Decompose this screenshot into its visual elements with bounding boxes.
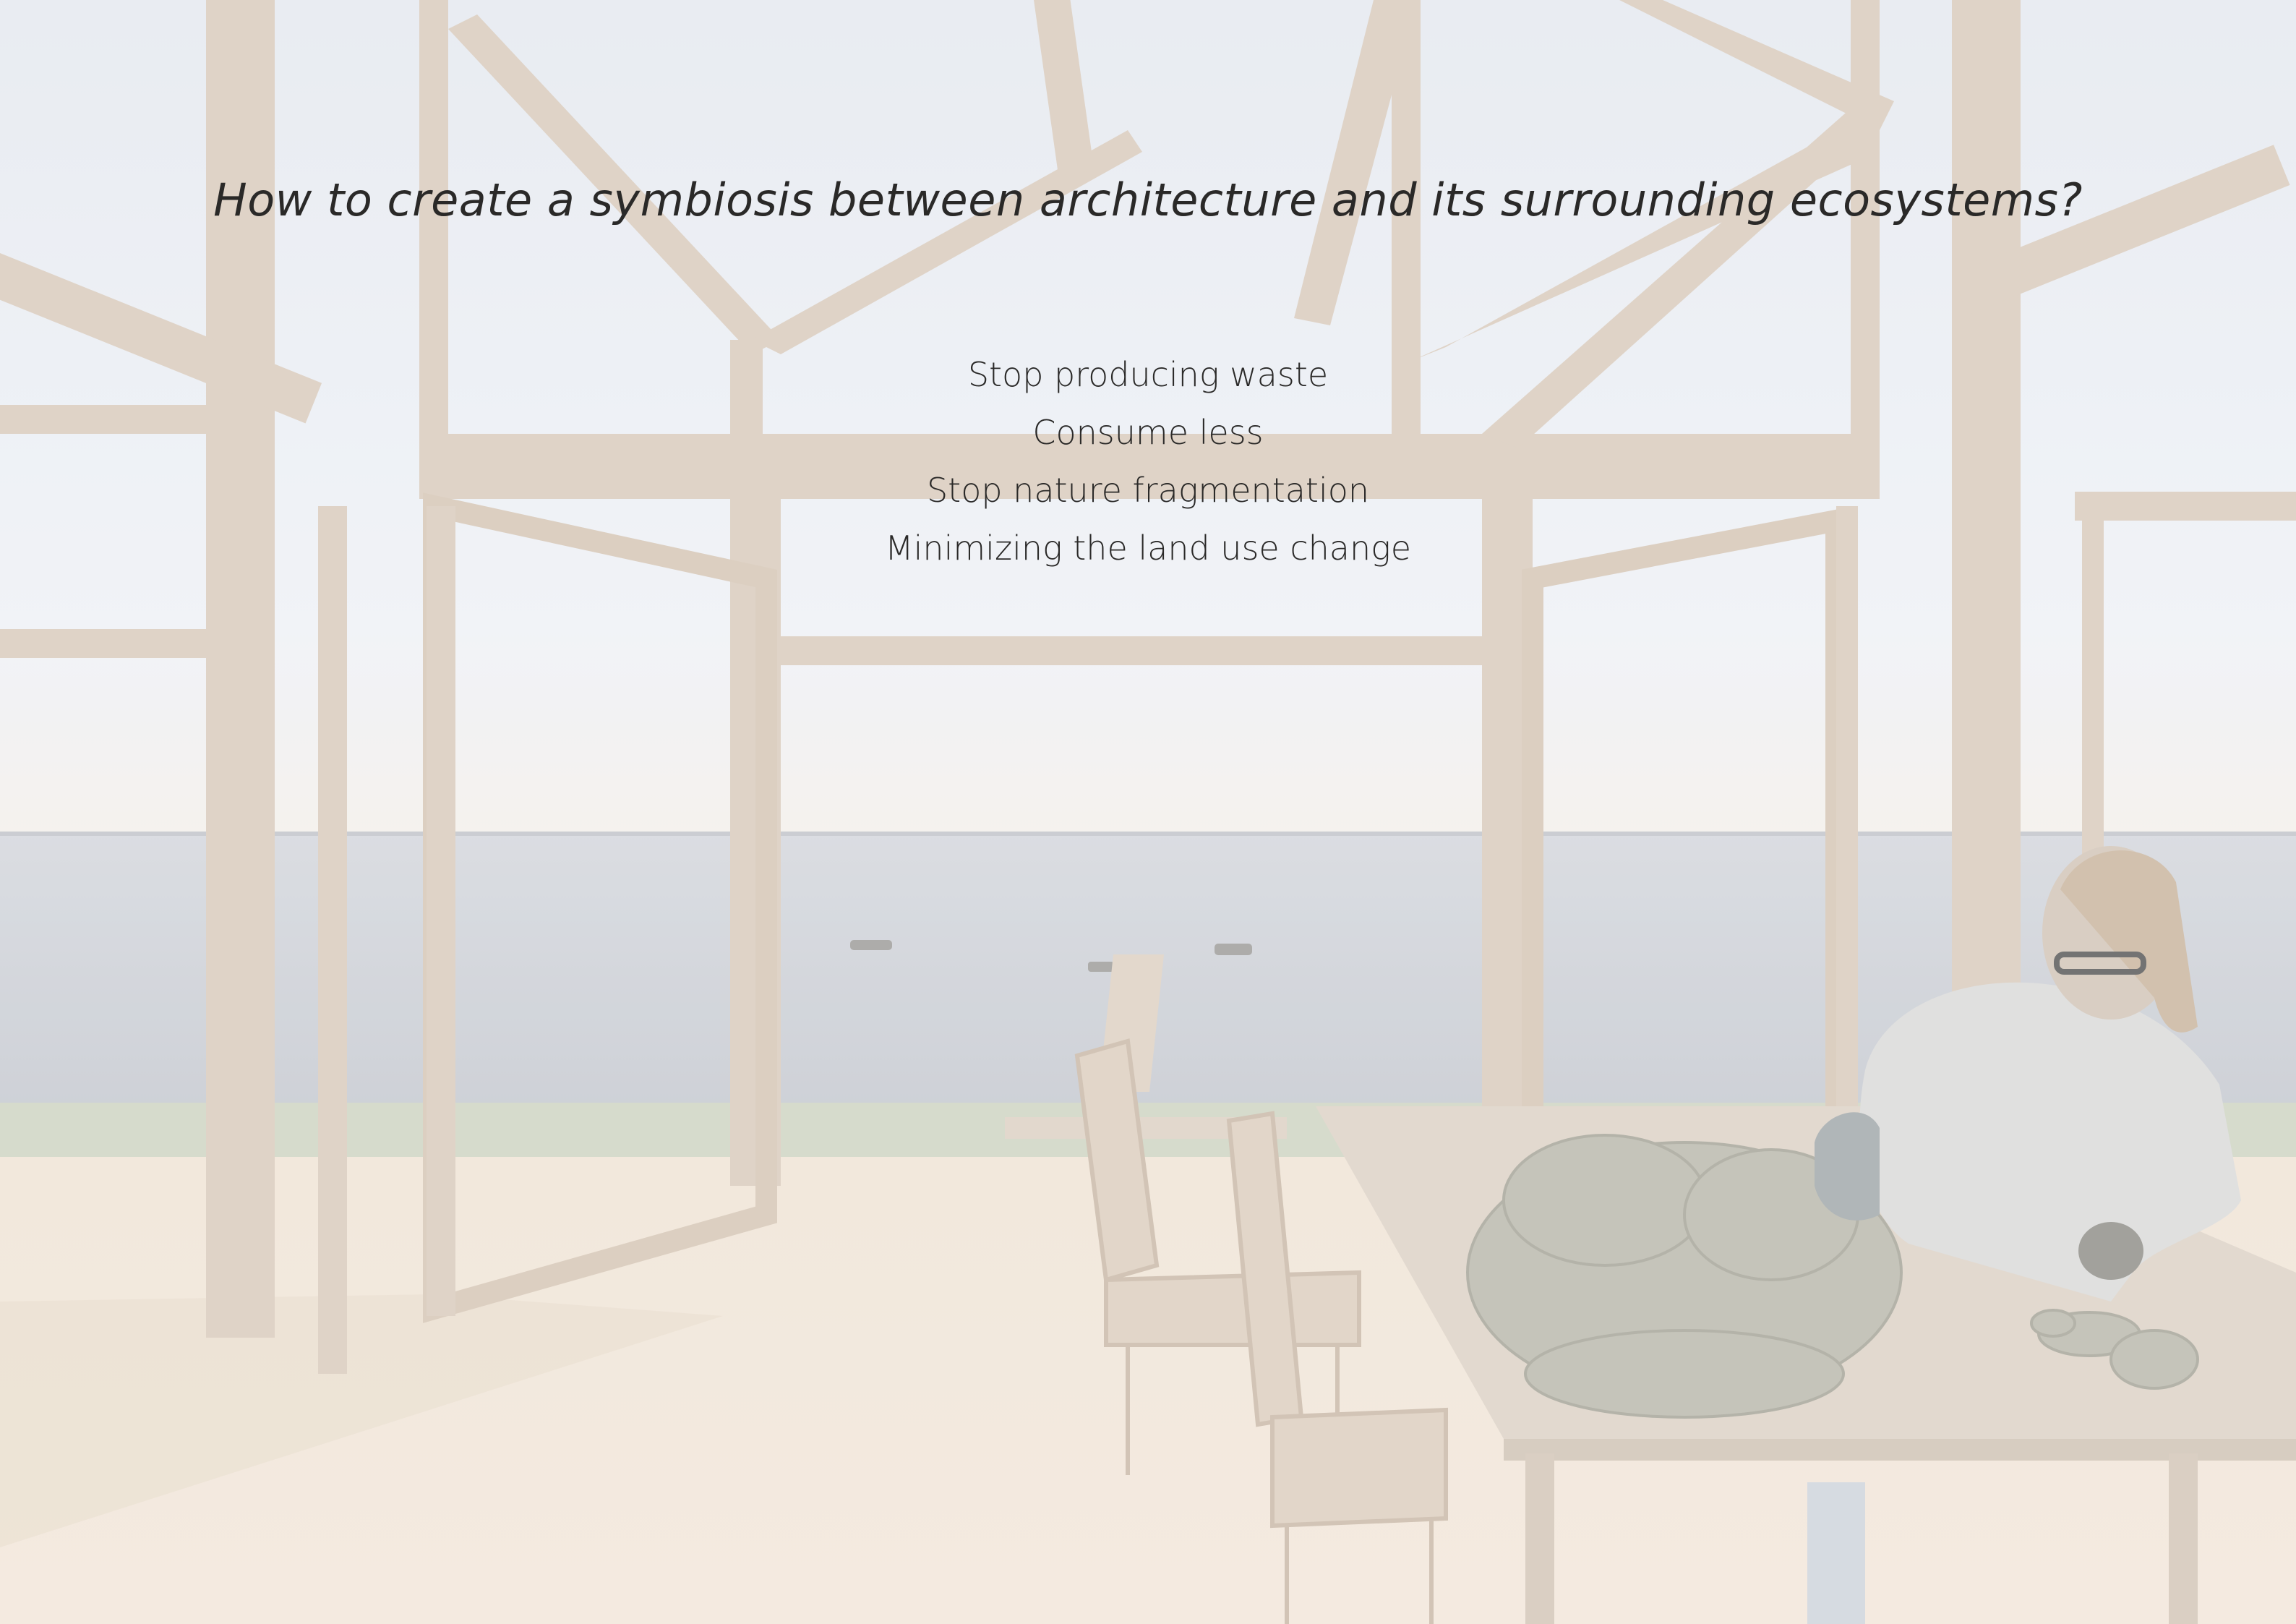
principle-item: Stop producing waste [967,355,1329,394]
principle-item: Consume less [1032,413,1264,452]
principle-item: Minimizing the land use change [884,529,1412,568]
principles-list: Stop producing waste Consume less Stop n… [0,346,2296,577]
principle-item: Stop nature fragmentation [926,471,1370,510]
research-question: How to create a symbiosis between archit… [213,174,2083,226]
architecture-render-background [0,0,2296,1624]
photo-scene: How to create a symbiosis between archit… [0,0,2296,1624]
